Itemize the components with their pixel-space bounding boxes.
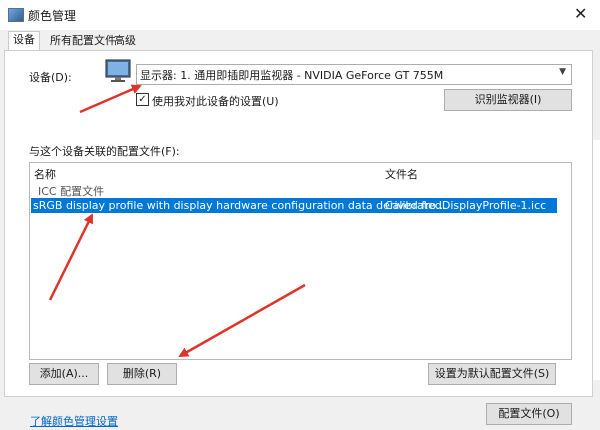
learn-more-link[interactable]: 了解颜色管理设置 (30, 413, 118, 429)
tab-bar: 设备 所有配置文件 高级 (0, 30, 600, 51)
window-title: 颜色管理 (28, 9, 77, 23)
tab-all-profiles[interactable]: 所有配置文件 (46, 33, 120, 49)
device-select-value: 显示器: 1. 通用即插即用监视器 - NVIDIA GeForce GT 75… (140, 69, 444, 82)
use-my-settings-label[interactable]: 使用我对此设备的设置(U) (152, 93, 279, 109)
background-window-edge (592, 140, 600, 380)
identify-monitor-button[interactable]: 识别监视器(I) (444, 89, 572, 111)
close-icon[interactable]: ✕ (574, 4, 587, 23)
associated-profiles-label: 与这个设备关联的配置文件(F): (29, 145, 180, 158)
profile-file-cell: CalibratedDisplayProfile-1.icc (385, 199, 547, 212)
table-row[interactable]: sRGB display profile with display hardwa… (31, 198, 557, 213)
column-header-name[interactable]: 名称 (34, 166, 56, 182)
title-bar: 颜色管理 ✕ (0, 0, 600, 30)
profile-list[interactable]: 名称 文件名 ICC 配置文件 sRGB display profile wit… (29, 162, 572, 360)
chevron-down-icon: ▼ (559, 67, 566, 77)
add-button[interactable]: 添加(A)... (29, 363, 99, 385)
profiles-button[interactable]: 配置文件(O) (486, 403, 572, 425)
icc-group-label: ICC 配置文件 (38, 185, 105, 198)
set-default-button[interactable]: 设置为默认配置文件(S) (428, 363, 556, 385)
use-my-settings-checkbox[interactable]: ✓ (136, 93, 149, 106)
column-header-filename[interactable]: 文件名 (385, 166, 418, 182)
remove-button[interactable]: 删除(R) (107, 363, 177, 385)
device-select[interactable]: 显示器: 1. 通用即插即用监视器 - NVIDIA GeForce GT 75… (136, 64, 572, 85)
monitor-icon (105, 59, 131, 82)
color-management-icon (8, 8, 24, 22)
device-label: 设备(D): (29, 71, 72, 84)
tab-devices[interactable]: 设备 (8, 31, 40, 51)
tab-advanced[interactable]: 高级 (110, 33, 140, 49)
